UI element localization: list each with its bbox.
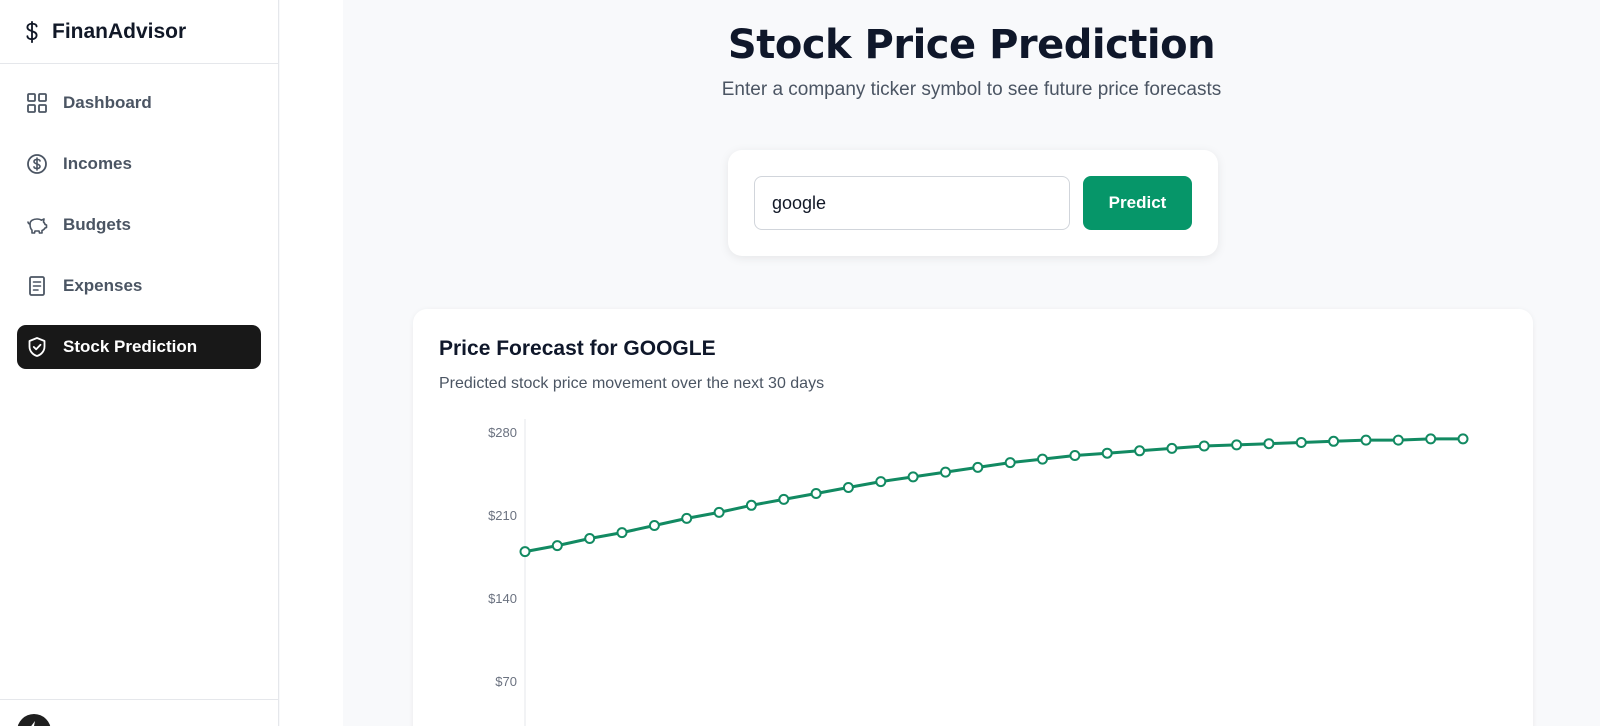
data-point[interactable] [681,512,693,524]
data-point[interactable] [713,506,725,518]
sidebar-item-label: Budgets [63,215,131,234]
receipt-icon [26,275,48,297]
sidebar-item-dashboard[interactable]: Dashboard [17,81,261,125]
brand-name: FinanAdvisor [52,19,187,43]
sidebar-item-label: Incomes [63,154,132,173]
ticker-input[interactable] [754,176,1070,230]
data-point[interactable] [1004,457,1016,469]
bolt-icon [31,721,39,726]
sidebar-item-stock-prediction[interactable]: Stock Prediction [17,325,261,369]
data-point[interactable] [940,466,951,478]
data-point[interactable] [875,476,887,488]
y-tick-label: $70 [495,674,517,689]
main-content: Stock Price Prediction Enter a company t… [343,0,1600,726]
data-point[interactable] [1198,440,1210,452]
sidebar-item-incomes[interactable]: Incomes [17,142,261,186]
sidebar-item-budgets[interactable]: Budgets [17,203,261,247]
data-point[interactable] [1069,450,1081,461]
series-line [524,437,1463,554]
data-point[interactable] [842,482,854,493]
content-gutter [280,0,343,726]
line-chart: $280 $210 $140 $70 [488,419,1469,726]
data-point[interactable] [616,527,628,539]
page-subtitle: Enter a company ticker symbol to see fut… [721,79,1222,100]
y-tick-label: $140 [488,591,517,606]
data-point[interactable] [1231,439,1243,451]
sidebar: FinanAdvisor Dashboard Incomes Budgets E… [0,0,279,726]
data-point[interactable] [972,461,984,473]
data-point[interactable] [1166,442,1178,454]
sidebar-item-label: Dashboard [63,93,152,112]
shield-check-icon [26,336,48,358]
data-point[interactable] [907,471,919,483]
y-tick-label: $210 [488,508,517,523]
data-point[interactable] [1101,447,1113,459]
coin-icon [26,153,48,175]
sidebar-nav: Dashboard Incomes Budgets Expenses Stock… [0,64,278,369]
data-point[interactable] [810,488,822,499]
piggy-bank-icon [26,214,48,236]
chart-card: Price Forecast for GOOGLE Predicted stoc… [413,309,1533,726]
data-point[interactable] [1263,438,1275,450]
search-card: Predict [728,150,1218,256]
dollar-sign-icon [26,20,38,43]
brand[interactable]: FinanAdvisor [0,0,278,64]
data-point[interactable] [778,493,790,505]
data-point[interactable] [648,520,660,531]
sidebar-item-label: Expenses [63,276,143,295]
data-point[interactable] [1134,445,1146,457]
grid-icon [26,92,48,114]
data-point[interactable] [1037,453,1048,465]
data-point[interactable] [551,540,563,552]
data-point[interactable] [519,546,531,558]
sidebar-item-label: Stock Prediction [63,337,198,356]
data-point[interactable] [1392,434,1404,446]
data-point[interactable] [1295,437,1307,448]
page-title: Stock Price Prediction [727,22,1216,68]
sidebar-footer [0,699,278,726]
data-point[interactable] [1457,433,1469,445]
avatar[interactable] [17,714,51,726]
data-point[interactable] [1328,435,1340,447]
data-point[interactable] [1425,433,1437,445]
data-point[interactable] [584,533,596,544]
y-tick-label: $280 [488,425,517,440]
data-point[interactable] [745,499,757,511]
sidebar-item-expenses[interactable]: Expenses [17,264,261,308]
predict-button[interactable]: Predict [1083,176,1192,230]
data-point[interactable] [1360,434,1372,446]
